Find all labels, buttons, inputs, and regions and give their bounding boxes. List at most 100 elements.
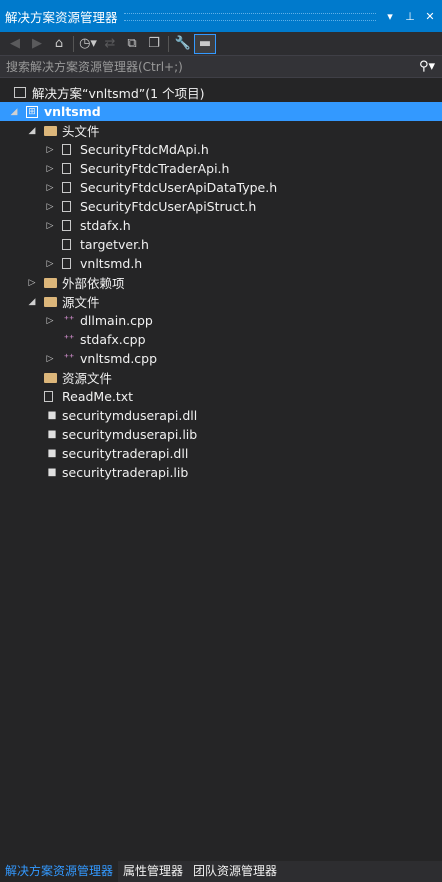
collapsed-arrow-icon[interactable]: ▷ <box>45 145 55 155</box>
folder-icon <box>44 296 57 307</box>
toolbar: ◀ ▶ ⌂ ◷▾ ⇄ ⧉ ❐ 🔧 ▬ <box>0 32 442 55</box>
tree-item-label: securitymduserapi.dll <box>62 408 198 423</box>
tree-item-project[interactable]: ◢ ⊞ vnltsmd <box>0 102 442 121</box>
project-icon: ⊞ <box>26 105 38 118</box>
tree-item-file[interactable]: ▮▮ securitymduserapi.lib <box>0 425 442 444</box>
tree-item-source-files[interactable]: ◢ 源文件 <box>0 292 442 311</box>
expanded-arrow-icon[interactable]: ◢ <box>9 107 19 117</box>
tree-item-label: 解决方案“vnltsmd”(1 个项目) <box>32 86 205 101</box>
header-file-icon <box>62 144 71 155</box>
back-icon[interactable]: ◀ <box>4 34 26 54</box>
properties-icon[interactable]: 🔧 <box>172 34 194 54</box>
tree-item-label: vnltsmd.h <box>80 256 143 271</box>
tree-item-label: securitytraderapi.dll <box>62 446 189 461</box>
header-file-icon <box>62 201 71 212</box>
tree-item-label: 外部依赖项 <box>62 276 125 291</box>
tree-item-file[interactable]: ▷ ⁺⁺ vnltsmd.cpp <box>0 349 442 368</box>
cpp-file-icon: ⁺⁺ <box>63 353 75 364</box>
tree-item-label: 源文件 <box>62 295 100 310</box>
tree-item-file[interactable]: ▷ SecurityFtdcUserApiStruct.h <box>0 197 442 216</box>
collapsed-arrow-icon[interactable]: ▷ <box>45 164 55 174</box>
header-file-icon <box>62 239 71 250</box>
bottom-tab-strip: 解决方案资源管理器 属性管理器 团队资源管理器 <box>0 861 442 882</box>
tree-item-file[interactable]: ▷ SecurityFtdcMdApi.h <box>0 140 442 159</box>
expanded-arrow-icon[interactable]: ◢ <box>27 297 37 307</box>
tree-item-label: SecurityFtdcUserApiDataType.h <box>80 180 278 195</box>
tree-item-solution[interactable]: 解决方案“vnltsmd”(1 个项目) <box>0 83 442 102</box>
solution-icon <box>14 87 26 98</box>
window-position-dropdown-icon[interactable]: ▾ <box>382 10 398 23</box>
tree-item-file[interactable]: ▮▮ securitytraderapi.dll <box>0 444 442 463</box>
forward-icon[interactable]: ▶ <box>26 34 48 54</box>
tree-item-label: ReadMe.txt <box>62 389 134 404</box>
cpp-file-icon: ⁺⁺ <box>63 334 75 345</box>
header-file-icon <box>62 163 71 174</box>
expanded-arrow-icon[interactable]: ◢ <box>27 126 37 136</box>
toolbar-separator <box>168 35 169 52</box>
library-icon: ▮▮ <box>47 410 56 421</box>
tree-item-file[interactable]: ▮▮ securitymduserapi.dll <box>0 406 442 425</box>
tree-item-label: SecurityFtdcUserApiStruct.h <box>80 199 257 214</box>
tree-item-label: 资源文件 <box>62 371 113 386</box>
tree-item-label: targetver.h <box>80 237 149 252</box>
tree-item-label: vnltsmd.cpp <box>80 351 158 366</box>
tree-item-label: stdafx.cpp <box>80 332 146 347</box>
sync-active-document-icon[interactable]: ⇄ <box>99 34 121 54</box>
dependencies-icon <box>44 277 57 288</box>
library-icon: ▮▮ <box>47 429 56 440</box>
tree-item-file[interactable]: ▷ ⁺⁺ dllmain.cpp <box>0 311 442 330</box>
close-icon[interactable]: ✕ <box>422 10 438 23</box>
tab-solution-explorer[interactable]: 解决方案资源管理器 <box>0 861 119 882</box>
tree-item-file[interactable]: ▷ vnltsmd.h <box>0 254 442 273</box>
home-icon[interactable]: ⌂ <box>48 34 70 54</box>
cpp-file-icon: ⁺⁺ <box>63 315 75 326</box>
tree-item-label: dllmain.cpp <box>80 313 153 328</box>
search-input[interactable] <box>0 58 412 75</box>
header-file-icon <box>62 182 71 193</box>
tree-item-label: SecurityFtdcTraderApi.h <box>80 161 230 176</box>
tab-team-explorer[interactable]: 团队资源管理器 <box>188 861 282 882</box>
panel-title: 解决方案资源管理器 <box>5 9 118 25</box>
tree-item-label: securitytraderapi.lib <box>62 465 189 480</box>
search-bar: ⚲▾ <box>0 55 442 78</box>
preview-selected-items-icon[interactable]: ▬ <box>194 33 216 54</box>
tree-item-header-files[interactable]: ◢ 头文件 <box>0 121 442 140</box>
header-file-icon <box>62 220 71 231</box>
tree-item-label: SecurityFtdcMdApi.h <box>80 142 209 157</box>
collapsed-arrow-icon[interactable]: ▷ <box>45 221 55 231</box>
tab-property-manager[interactable]: 属性管理器 <box>118 861 188 882</box>
library-icon: ▮▮ <box>47 467 56 478</box>
toolbar-separator <box>73 35 74 52</box>
tree-item-file[interactable]: ▮▮ securitytraderapi.lib <box>0 463 442 482</box>
titlebar-grip[interactable] <box>123 13 376 21</box>
solution-tree: 解决方案“vnltsmd”(1 个项目) ◢ ⊞ vnltsmd ◢ 头文件 ▷ Securi… <box>0 83 442 482</box>
text-file-icon <box>44 391 53 402</box>
tree-item-file[interactable]: ▷ SecurityFtdcUserApiDataType.h <box>0 178 442 197</box>
collapsed-arrow-icon[interactable]: ▷ <box>45 316 55 326</box>
folder-icon <box>44 372 57 383</box>
tree-item-file[interactable]: targetver.h <box>0 235 442 254</box>
collapsed-arrow-icon[interactable]: ▷ <box>45 202 55 212</box>
tree-item-label: vnltsmd <box>44 104 101 119</box>
tree-item-resource-files[interactable]: 资源文件 <box>0 368 442 387</box>
collapsed-arrow-icon[interactable]: ▷ <box>27 278 37 288</box>
tree-item-file[interactable]: ▷ stdafx.h <box>0 216 442 235</box>
tree-item-label: 头文件 <box>62 124 100 139</box>
header-file-icon <box>62 258 71 269</box>
search-icon[interactable]: ⚲▾ <box>412 59 442 74</box>
tree-item-label: stdafx.h <box>80 218 131 233</box>
collapsed-arrow-icon[interactable]: ▷ <box>45 354 55 364</box>
show-all-files-icon[interactable]: ❐ <box>143 34 165 54</box>
tree-item-file[interactable]: ReadMe.txt <box>0 387 442 406</box>
pin-icon[interactable]: ⊥ <box>402 10 418 23</box>
pending-changes-filter-icon[interactable]: ◷▾ <box>77 34 99 54</box>
collapsed-arrow-icon[interactable]: ▷ <box>45 259 55 269</box>
collapse-all-icon[interactable]: ⧉ <box>121 34 143 54</box>
tree-item-file[interactable]: ▷ SecurityFtdcTraderApi.h <box>0 159 442 178</box>
folder-icon <box>44 125 57 136</box>
tree-item-label: securitymduserapi.lib <box>62 427 198 442</box>
library-icon: ▮▮ <box>47 448 56 459</box>
tree-item-file[interactable]: ⁺⁺ stdafx.cpp <box>0 330 442 349</box>
tree-item-external-deps[interactable]: ▷ 外部依赖项 <box>0 273 442 292</box>
collapsed-arrow-icon[interactable]: ▷ <box>45 183 55 193</box>
